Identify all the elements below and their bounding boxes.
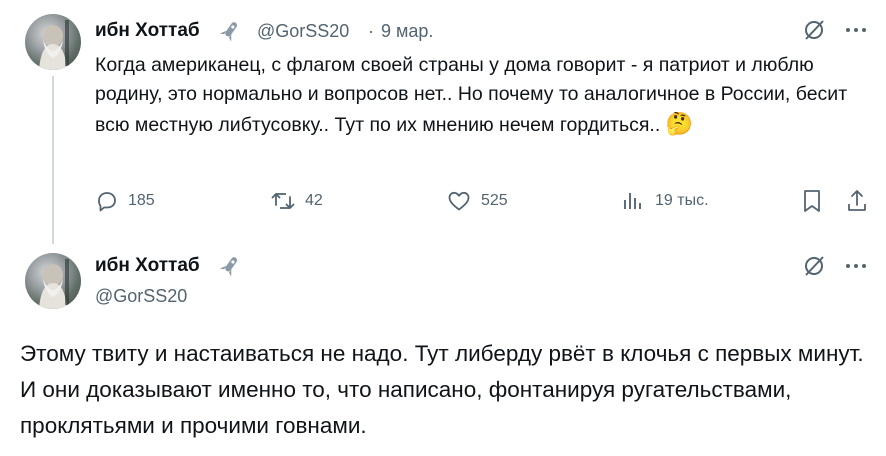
reply-button[interactable]: 185 xyxy=(95,189,155,213)
heart-icon xyxy=(448,191,470,211)
tweet-text: Когда американец, с флагом своей страны … xyxy=(95,51,865,140)
thinking-emoji: 🤔 xyxy=(665,111,694,136)
more-dots-icon[interactable] xyxy=(842,16,870,44)
handle[interactable]: @GorSS20 xyxy=(95,286,187,307)
main-tweet-text: Этому твиту и настаиваться не надо. Тут … xyxy=(20,341,864,438)
repost-button[interactable]: 42 xyxy=(270,189,323,213)
repost-icon xyxy=(271,193,295,209)
bookmark-button[interactable] xyxy=(799,187,825,215)
rocket-badge-icon xyxy=(217,19,243,48)
display-name[interactable]: ибн Хоттаб xyxy=(95,255,200,277)
repost-count: 42 xyxy=(305,192,323,209)
like-button[interactable]: 525 xyxy=(446,189,508,213)
avatar-image xyxy=(39,20,69,70)
views-button[interactable]: 19 тыс. xyxy=(620,189,709,213)
like-count: 525 xyxy=(481,192,508,209)
avatar[interactable] xyxy=(25,253,81,309)
handle[interactable]: @GorSS20 xyxy=(257,21,349,42)
avatar-image xyxy=(39,259,69,309)
reply-bubble-icon xyxy=(98,192,116,212)
grok-slash-icon[interactable] xyxy=(800,252,828,280)
display-name[interactable]: ибн Хоттаб xyxy=(95,20,200,42)
reply-count: 185 xyxy=(128,192,155,209)
grok-slash-icon[interactable] xyxy=(800,16,828,44)
separator-dot: · xyxy=(368,21,374,41)
views-count: 19 тыс. xyxy=(655,192,709,209)
rocket-badge-icon xyxy=(217,254,243,283)
share-button[interactable] xyxy=(843,187,871,215)
tweet-text-content: Когда американец, с флагом своей страны … xyxy=(95,54,848,136)
bookmark-icon xyxy=(804,190,820,212)
share-icon xyxy=(848,190,866,211)
more-dots-icon[interactable] xyxy=(842,252,870,280)
avatar[interactable] xyxy=(25,14,81,70)
views-bar-icon xyxy=(624,193,641,209)
tweet-date[interactable]: 9 мар. xyxy=(381,21,433,42)
thread-connector-line xyxy=(52,76,54,244)
